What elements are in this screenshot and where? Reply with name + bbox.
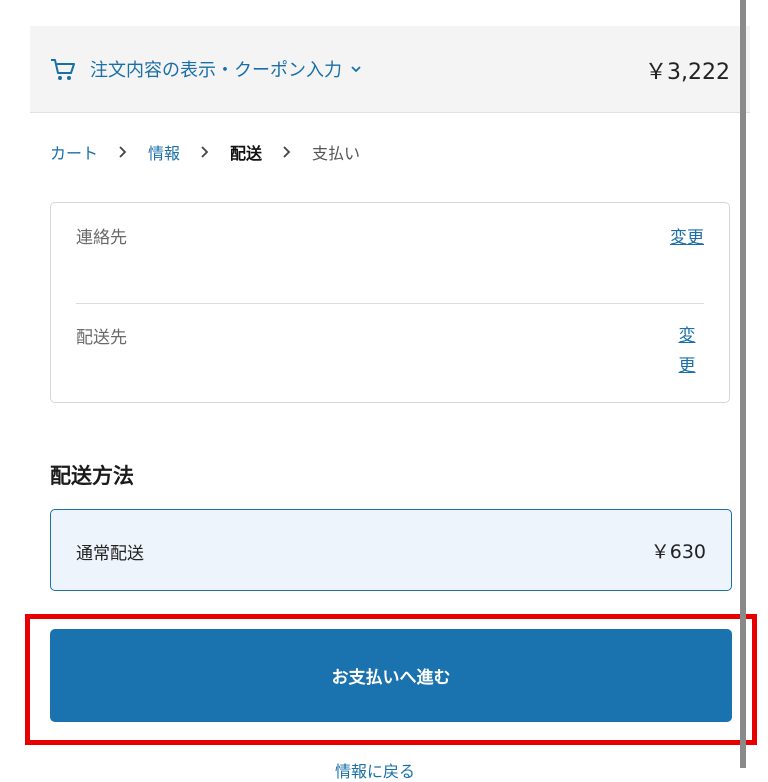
header-strip (30, 0, 750, 27)
ship-to-change-link[interactable]: 変更 (676, 321, 698, 381)
shipping-option-standard[interactable]: 通常配送 ￥630 (50, 509, 732, 591)
breadcrumb-shipping: 配送 (230, 144, 263, 163)
cart-icon (51, 59, 75, 80)
chevron-right-icon (119, 146, 127, 158)
order-summary-bar[interactable]: 注文内容の表示・クーポン入力 ￥3,222 (30, 26, 750, 113)
ship-to-label: 配送先 (76, 328, 127, 348)
breadcrumb: カート 情報 配送 支払い (50, 140, 360, 164)
continue-to-payment-button[interactable]: お支払いへ進む (50, 629, 732, 722)
scrollbar[interactable] (740, 0, 746, 768)
shipping-option-label: 通常配送 (76, 544, 144, 564)
breadcrumb-info[interactable]: 情報 (148, 140, 180, 164)
breadcrumb-cart[interactable]: カート (50, 140, 98, 164)
order-summary-toggle-label: 注文内容の表示・クーポン入力 (90, 60, 342, 81)
review-card: 連絡先 変更 配送先 変更 (50, 202, 730, 403)
shipping-method-title: 配送方法 (50, 464, 134, 488)
chevron-right-icon (201, 146, 209, 158)
order-summary-toggle[interactable]: 注文内容の表示・クーポン入力 (90, 56, 362, 82)
breadcrumb-payment: 支払い (312, 144, 361, 163)
order-total: ￥3,222 (645, 60, 730, 85)
chevron-right-icon (283, 146, 291, 158)
return-to-info-link[interactable]: 情報に戻る (0, 758, 750, 782)
contact-change-link[interactable]: 変更 (670, 223, 704, 248)
contact-label: 連絡先 (76, 228, 127, 248)
shipping-option-price: ￥630 (650, 541, 706, 563)
contact-row: 連絡先 変更 (76, 203, 704, 303)
chevron-down-icon (351, 66, 361, 73)
ship-to-row: 配送先 変更 (76, 303, 704, 403)
